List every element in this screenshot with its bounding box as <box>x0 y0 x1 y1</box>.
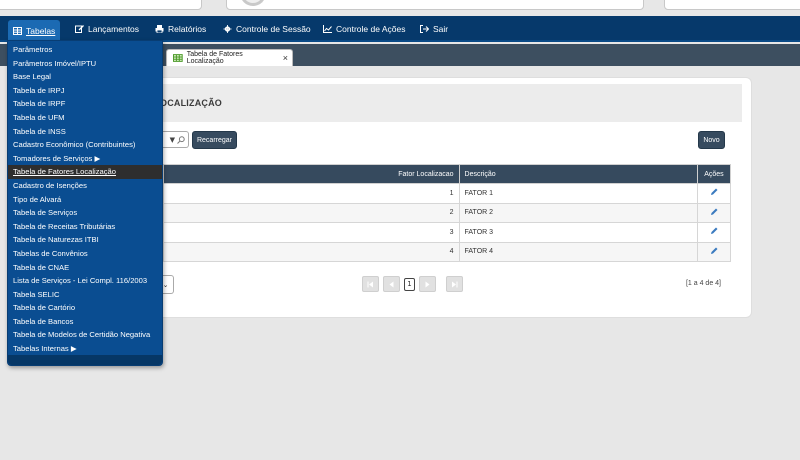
menu-item[interactable]: Tabela de Cartório <box>8 301 162 315</box>
top-strip <box>0 0 800 16</box>
chart-icon <box>323 25 332 33</box>
gear-icon <box>223 25 232 33</box>
column-header-descricao[interactable]: Descrição <box>458 164 698 184</box>
menu-item[interactable]: Tabela de Naturezas ITBI <box>8 233 162 247</box>
top-card-left <box>0 0 202 10</box>
page-title: OCALIZAÇÃO <box>160 98 222 108</box>
menu-item-submenu[interactable]: Tomadores de Serviços ▶ <box>8 152 162 166</box>
menu-item[interactable]: Tabela de IRPJ <box>8 84 162 98</box>
column-header-acoes: Ações <box>696 164 732 184</box>
main-navbar: Tabelas Lançamentos Relatórios Controle … <box>0 16 800 42</box>
pencil-icon[interactable] <box>710 227 718 235</box>
records-info: [1 a 4 de 4] <box>685 280 721 287</box>
table-icon <box>13 27 22 35</box>
nav-label: Controle de Sessão <box>236 24 311 34</box>
top-card-center <box>226 0 644 10</box>
pagination: 1 <box>362 276 463 292</box>
nav-label: Sair <box>433 24 449 34</box>
printer-icon <box>155 25 164 33</box>
logout-icon <box>420 25 429 33</box>
cell-fator: 1 <box>163 183 460 204</box>
menu-item-selected[interactable]: Tabela de Fatores Localização <box>8 165 162 179</box>
menu-item[interactable]: Tabela de Bancos <box>8 315 162 329</box>
tab-label: Tabela de Fatores Localização <box>186 51 243 65</box>
nav-label: Tabelas <box>26 26 56 36</box>
chevron-down-icon: ⌄ <box>162 280 169 289</box>
nav-relatorios[interactable]: Relatórios <box>150 20 211 38</box>
cell-fator: 3 <box>163 222 460 243</box>
edit-action[interactable] <box>696 222 732 243</box>
first-page-icon <box>367 281 373 287</box>
nav-label: Lançamentos <box>88 24 140 34</box>
tab-fatores-localizacao[interactable]: Tabela de Fatores Localização × <box>166 49 293 66</box>
nav-sair[interactable]: Sair <box>415 20 453 38</box>
prev-page-icon <box>389 281 394 287</box>
table-row[interactable]: 4 FATOR 4 <box>163 241 732 262</box>
data-table: Fator Localizacao Descrição Ações 1 FATO… <box>163 164 732 262</box>
nav-label: Controle de Ações <box>336 24 406 34</box>
nav-lancamentos[interactable]: Lançamentos <box>70 20 144 38</box>
edit-action[interactable] <box>696 202 732 223</box>
menu-item[interactable]: Cadastro de Isenções <box>8 179 162 193</box>
edit-icon <box>75 25 84 33</box>
first-page-button[interactable] <box>362 276 379 292</box>
menu-item[interactable]: Tabela de IRPF <box>8 97 162 111</box>
menu-item[interactable]: Parâmetros Imóvel/IPTU <box>8 57 162 71</box>
cell-descricao: FATOR 3 <box>458 222 698 243</box>
cell-descricao: FATOR 1 <box>458 183 698 204</box>
search-icon[interactable] <box>177 135 185 144</box>
table-row[interactable]: 1 FATOR 1 <box>163 183 732 204</box>
menu-item[interactable]: Tabela de Serviços <box>8 206 162 220</box>
cell-descricao: FATOR 2 <box>458 202 698 223</box>
table-row[interactable]: 2 FATOR 2 <box>163 202 732 223</box>
chevron-down-icon[interactable]: ▼ <box>170 136 175 144</box>
menu-item[interactable]: Tabela de Receitas Tributárias <box>8 220 162 234</box>
menu-item[interactable]: Tabela de CNAE <box>8 261 162 275</box>
menu-footer <box>8 355 162 365</box>
top-card-right <box>664 0 800 10</box>
page-number[interactable]: 1 <box>404 277 415 291</box>
nav-controle-acoes[interactable]: Controle de Ações <box>318 20 410 38</box>
menu-item-submenu[interactable]: Tabelas Internas ▶ <box>8 342 162 356</box>
last-page-icon <box>452 281 458 287</box>
pencil-icon[interactable] <box>710 188 718 196</box>
menu-item[interactable]: Base Legal <box>8 70 162 84</box>
prev-page-button[interactable] <box>383 276 400 292</box>
menu-item[interactable]: Tipo de Alvará <box>8 193 162 207</box>
nav-tabelas[interactable]: Tabelas <box>8 20 61 42</box>
nav-controle-sessao[interactable]: Controle de Sessão <box>218 20 316 38</box>
reload-button[interactable]: Recarregar <box>192 131 237 149</box>
cell-fator: 2 <box>163 202 460 223</box>
grid-icon <box>173 54 183 62</box>
menu-item[interactable]: Tabela de UFM <box>8 111 162 125</box>
panel-header: OCALIZAÇÃO <box>156 84 742 122</box>
tabelas-dropdown-menu: Parâmetros Parâmetros Imóvel/IPTU Base L… <box>7 40 163 366</box>
edit-action[interactable] <box>696 183 732 204</box>
menu-item[interactable]: Lista de Serviços - Lei Compl. 116/2003 <box>8 274 162 288</box>
edit-action[interactable] <box>696 241 732 262</box>
nav-label: Relatórios <box>168 24 207 34</box>
menu-item[interactable]: Tabelas de Convênios <box>8 247 162 261</box>
menu-list: Parâmetros Parâmetros Imóvel/IPTU Base L… <box>8 43 162 356</box>
pencil-icon[interactable] <box>710 247 718 255</box>
column-header-fator[interactable]: Fator Localizacao <box>163 164 460 184</box>
new-button[interactable]: Novo <box>698 131 725 149</box>
next-page-icon <box>425 281 430 287</box>
cell-descricao: FATOR 4 <box>458 241 698 262</box>
table-header-row: Fator Localizacao Descrição Ações <box>163 164 732 184</box>
table-row[interactable]: 3 FATOR 3 <box>163 222 732 243</box>
pencil-icon[interactable] <box>710 208 718 216</box>
cell-fator: 4 <box>163 241 460 262</box>
main-panel: OCALIZAÇÃO ▼ Recarregar Novo Fator Local… <box>147 77 752 318</box>
menu-item[interactable]: Parâmetros <box>8 43 162 57</box>
menu-item[interactable]: Tabela de INSS <box>8 125 162 139</box>
last-page-button[interactable] <box>446 276 463 292</box>
next-page-button[interactable] <box>419 276 436 292</box>
menu-item[interactable]: Cadastro Econômico (Contribuintes) <box>8 138 162 152</box>
menu-item[interactable]: Tabela de Modelos de Certidão Negativa <box>8 328 162 342</box>
menu-item[interactable]: Tabela SELIC <box>8 288 162 302</box>
close-icon[interactable]: × <box>283 53 288 63</box>
